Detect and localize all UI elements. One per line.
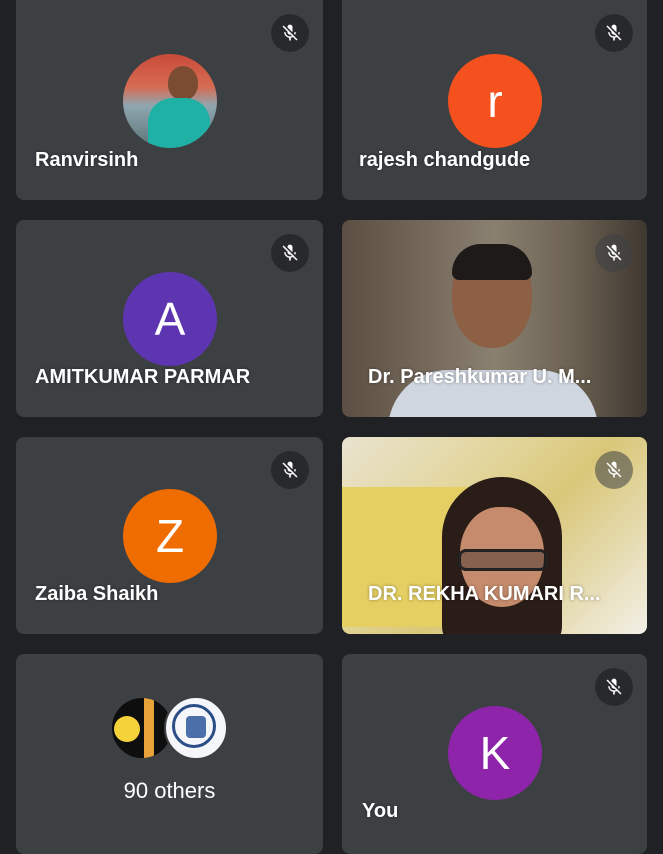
participant-tile-pareshkumar[interactable]: Dr. Pareshkumar U. M...: [342, 220, 647, 417]
participant-name: DR. REKHA KUMARI R...: [368, 583, 601, 605]
participant-name: Zaiba Shaikh: [35, 583, 159, 605]
participant-tile-amitkumar[interactable]: A AMITKUMAR PARMAR: [16, 220, 323, 417]
participant-tile-ranvirsinh[interactable]: Ranvirsinh: [16, 0, 323, 200]
others-count: 90 others: [123, 778, 216, 803]
mic-off-icon: [271, 14, 309, 52]
participant-tile-rajesh[interactable]: r rajesh chandgude: [342, 0, 647, 200]
mic-off-icon: [271, 234, 309, 272]
participant-tile-zaiba[interactable]: Z Zaiba Shaikh: [16, 437, 323, 634]
participant-name: You: [362, 800, 399, 822]
mic-off-icon: [595, 14, 633, 52]
avatar: [163, 696, 228, 760]
participant-tile-rekha[interactable]: DR. REKHA KUMARI R...: [342, 437, 647, 634]
mic-off-icon: [595, 451, 633, 489]
participant-name: Ranvirsinh: [35, 149, 139, 171]
others-avatars: [109, 696, 230, 760]
mic-off-icon: [271, 451, 309, 489]
avatar: K: [448, 706, 542, 800]
avatar: r: [448, 54, 542, 148]
self-tile[interactable]: K You: [342, 654, 647, 854]
avatar: Z: [123, 489, 217, 583]
participant-name: rajesh chandgude: [359, 149, 531, 171]
participant-name: Dr. Pareshkumar U. M...: [368, 366, 592, 388]
avatar: A: [123, 272, 217, 366]
mic-off-icon: [595, 234, 633, 272]
others-tile[interactable]: 90 others: [16, 654, 323, 854]
participant-name: AMITKUMAR PARMAR: [35, 366, 251, 388]
mic-off-icon: [595, 668, 633, 706]
participant-photo: [123, 54, 217, 148]
